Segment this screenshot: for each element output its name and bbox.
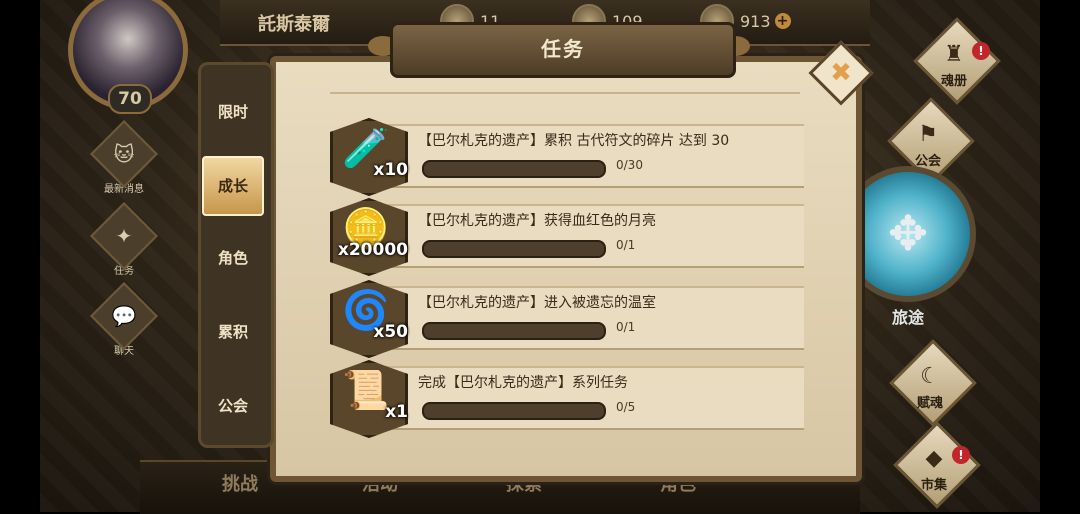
task-row[interactable]: 🌀 x50 【巴尔札克的遗产】进入被遗忘的温室 0/1 — [330, 280, 804, 358]
tab-limited[interactable]: 限时 — [200, 84, 266, 140]
progress-bar — [422, 240, 606, 258]
progress-text: 0/5 — [616, 400, 636, 414]
sidebar-item-enchant[interactable]: ☾ 赋魂 — [889, 339, 977, 427]
tab-accumulate[interactable]: 累积 — [200, 304, 266, 360]
reward-quantity: x1 — [385, 402, 408, 422]
alert-icon: ! — [972, 42, 990, 60]
add-icon[interactable]: + — [774, 13, 791, 29]
progress-bar — [422, 402, 606, 420]
guild-icon: ⚑ — [918, 122, 938, 147]
task-description: 【巴尔札克的遗产】进入被遗忘的温室 — [418, 295, 656, 311]
reward-quantity: x20000 — [337, 240, 408, 260]
progress-text: 0/1 — [616, 320, 636, 334]
tab-character[interactable]: 角色 — [200, 230, 266, 286]
close-icon: ✖ — [830, 58, 852, 88]
task-description: 【巴尔札克的遗产】获得血红色的月亮 — [418, 213, 656, 229]
reward-quantity: x50 — [373, 322, 408, 342]
journey-label: 旅途 — [891, 308, 924, 327]
alert-icon: ! — [952, 446, 970, 464]
scrolled-row-edge — [330, 92, 800, 108]
sidebar-item-tasks[interactable]: ✦ 任务 — [90, 202, 158, 282]
crest-icon: ✦ — [90, 202, 158, 270]
sidebar-item-label: 市集 — [920, 478, 947, 493]
chat-icon: 💬 — [90, 282, 158, 350]
level-badge: 70 — [108, 84, 152, 114]
sidebar-item-news[interactable]: 🐱 最新消息 — [90, 120, 158, 200]
sidebar-item-label: 魂册 — [940, 74, 967, 89]
player-name: 託斯泰爾 — [258, 14, 330, 35]
progress-bar — [422, 160, 606, 178]
sidebar-item-chat[interactable]: 💬 聊天 — [90, 282, 158, 362]
panel-title: 任务 — [390, 22, 736, 78]
enchant-icon: ☾ — [920, 364, 940, 389]
progress-text: 0/1 — [616, 238, 636, 252]
task-row[interactable]: 📜 x1 完成【巴尔札克的遗产】系列任务 0/5 — [330, 360, 804, 438]
progress-bar — [422, 322, 606, 340]
nav-challenge[interactable]: 挑战 — [222, 470, 258, 496]
task-description: 【巴尔札克的遗产】累积 古代符文的碎片 达到 30 — [418, 133, 730, 149]
resource-value: 913 — [740, 11, 771, 31]
tab-growth[interactable]: 成长 — [202, 156, 264, 216]
progress-text: 0/30 — [616, 158, 643, 172]
task-row[interactable]: 🪙 x20000 【巴尔札克的遗产】获得血红色的月亮 0/1 — [330, 198, 804, 276]
reward-quantity: x10 — [373, 160, 408, 180]
task-row[interactable]: 🧪 x10 【巴尔札克的遗产】累积 古代符文的碎片 达到 30 0/30 — [330, 118, 804, 196]
task-description: 完成【巴尔札克的遗产】系列任务 — [418, 375, 628, 391]
sidebar-item-label: 赋魂 — [916, 396, 943, 411]
tab-guild[interactable]: 公会 — [200, 378, 266, 434]
cat-icon: 🐱 — [90, 120, 158, 188]
sidebar-item-market[interactable]: ◆ 市集 ! — [893, 421, 981, 509]
sidebar-item-soul-book[interactable]: ♜ 魂册 ! — [913, 17, 1001, 105]
